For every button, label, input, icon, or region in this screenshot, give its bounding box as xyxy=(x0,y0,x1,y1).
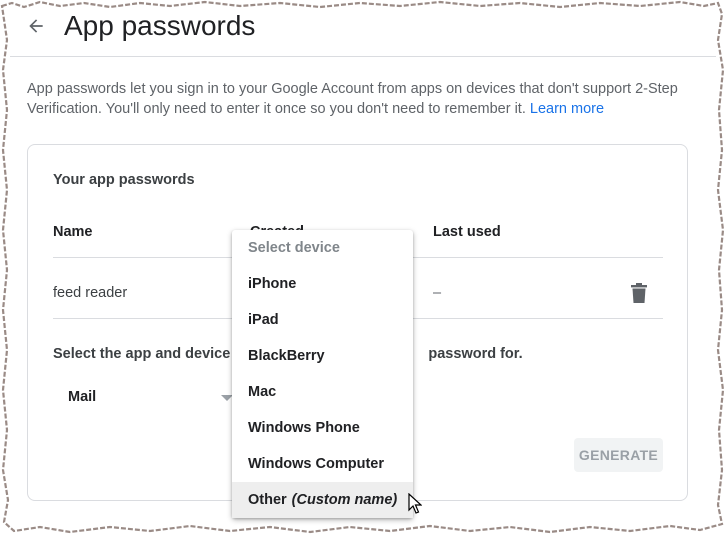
device-dropdown-menu: Select device iPhone iPad BlackBerry Mac… xyxy=(232,230,413,518)
menu-item-other-label: Other xyxy=(248,492,287,508)
app-passwords-page: App passwords App passwords let you sign… xyxy=(10,0,716,526)
menu-item-ipad[interactable]: iPad xyxy=(232,302,413,338)
trash-icon xyxy=(631,283,647,303)
menu-item-windows-computer[interactable]: Windows Computer xyxy=(232,446,413,482)
page-header: App passwords xyxy=(10,0,716,57)
column-header-last-used: Last used xyxy=(433,224,501,240)
page-title: App passwords xyxy=(64,10,256,41)
select-prompt-start: Select the app and device y xyxy=(53,346,243,362)
app-select-value: Mail xyxy=(68,389,97,405)
learn-more-link[interactable]: Learn more xyxy=(530,101,604,117)
app-select[interactable]: Mail xyxy=(53,377,233,417)
menu-item-other[interactable]: Other (Custom name) xyxy=(232,482,413,518)
intro-text: App passwords let you sign in to your Go… xyxy=(27,79,697,119)
menu-item-windows-phone[interactable]: Windows Phone xyxy=(232,410,413,446)
generate-button[interactable]: GENERATE xyxy=(574,438,663,472)
back-button[interactable] xyxy=(22,12,50,40)
menu-item-blackberry[interactable]: BlackBerry xyxy=(232,338,413,374)
card-title: Your app passwords xyxy=(53,172,195,188)
delete-button[interactable] xyxy=(628,281,650,305)
arrow-left-icon xyxy=(29,19,43,33)
row-name: feed reader xyxy=(53,285,128,301)
select-prompt-end: password for. xyxy=(428,346,523,362)
menu-header-select-device: Select device xyxy=(248,240,340,256)
row-last-used: – xyxy=(433,285,442,301)
menu-item-other-hint: (Custom name) xyxy=(291,492,398,508)
column-header-name: Name xyxy=(53,224,93,240)
menu-item-iphone[interactable]: iPhone xyxy=(232,266,413,302)
menu-item-mac[interactable]: Mac xyxy=(232,374,413,410)
